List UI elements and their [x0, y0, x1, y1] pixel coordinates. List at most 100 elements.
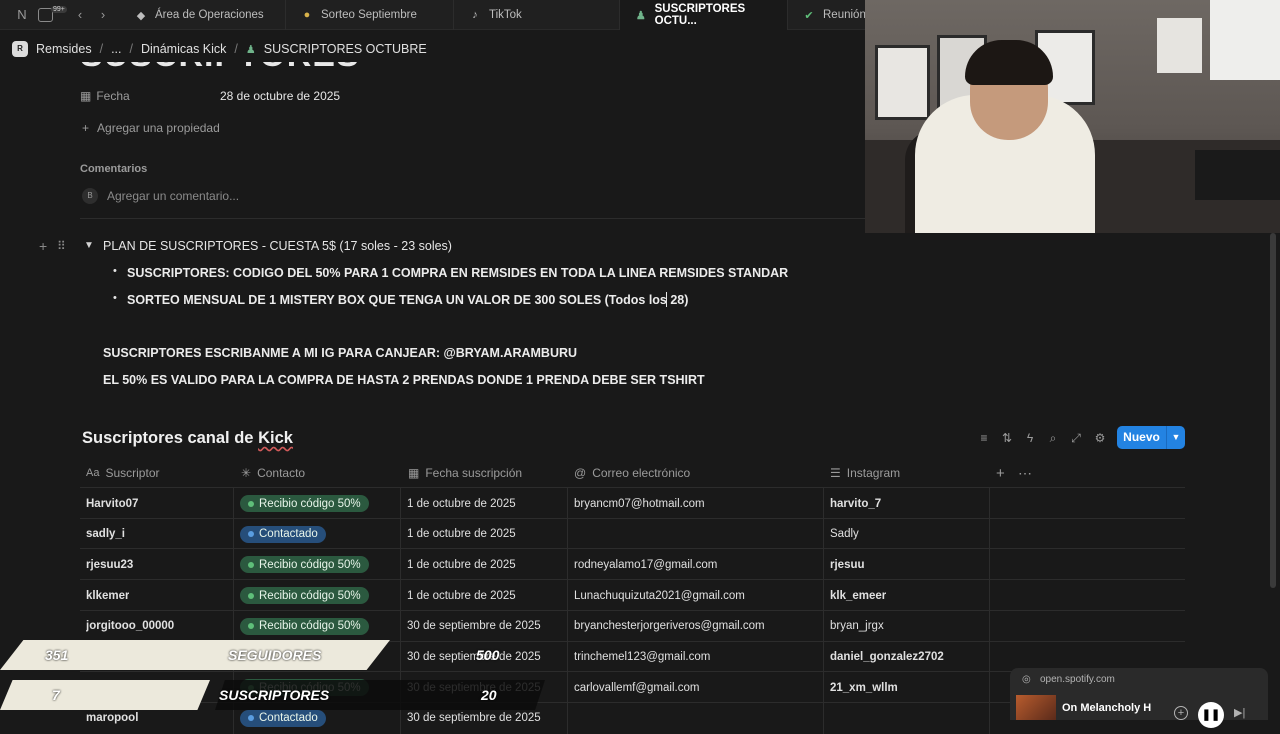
cell-instagram[interactable]: Sadly — [830, 519, 859, 550]
spotify-source: open.spotify.com — [1040, 674, 1115, 685]
instruction-line[interactable]: SUSCRIPTORES ESCRIBANME A MI IG PARA CAN… — [103, 346, 577, 360]
status-badge[interactable]: Contactado — [240, 525, 326, 543]
column-divider — [823, 549, 824, 581]
drag-handle-icon[interactable]: ⠿ — [57, 239, 66, 253]
status-badge[interactable]: Recibio código 50% — [240, 556, 369, 574]
column-header-instagram[interactable]: ☰ Instagram — [830, 463, 900, 483]
cell-contacto[interactable]: Recibio código 50% — [240, 611, 369, 642]
search-icon[interactable]: ⌕ — [1045, 430, 1061, 446]
cell-fecha[interactable]: 1 de octubre de 2025 — [407, 549, 516, 580]
notion-icon[interactable]: N — [14, 7, 30, 23]
cell-suscriptor[interactable]: jorgitooo_00000 — [86, 611, 174, 642]
breadcrumb-current[interactable]: SUSCRIPTORES OCTUBRE — [264, 42, 427, 56]
add-column-icon[interactable]: + — [996, 463, 1005, 483]
workspace-logo-icon: R — [12, 41, 28, 57]
bullet-item[interactable]: SORTEO MENSUAL DE 1 MISTERY BOX QUE TENG… — [127, 293, 688, 307]
cell-fecha[interactable]: 30 de septiembre de 2025 — [407, 611, 541, 642]
cell-instagram[interactable]: klk_emeer — [830, 580, 886, 611]
cell-fecha[interactable]: 1 de octubre de 2025 — [407, 488, 516, 519]
cell-suscriptor[interactable]: Harvito07 — [86, 488, 138, 519]
cell-correo[interactable]: rodneyalamo17@gmail.com — [574, 549, 717, 580]
expand-icon[interactable]: ⤢ — [1068, 430, 1084, 446]
status-badge[interactable]: Contactado — [240, 709, 326, 727]
column-header-suscriptor[interactable]: Aa Suscriptor — [86, 463, 160, 483]
tab-area-operaciones[interactable]: ◆ Área de Operaciones — [120, 0, 286, 30]
forward-arrow-icon[interactable]: › — [95, 7, 111, 23]
column-divider — [400, 641, 401, 673]
subs-count: 7 — [52, 687, 60, 703]
column-divider — [989, 702, 990, 734]
column-header-correo[interactable]: @ Correo electrónico — [574, 463, 690, 483]
cell-correo[interactable]: carlovallemf@gmail.com — [574, 672, 699, 703]
cell-instagram[interactable]: rjesuu — [830, 549, 865, 580]
cell-contacto[interactable]: Recibio código 50% — [240, 488, 369, 519]
cell-correo[interactable]: Lunachuquizuta2021@gmail.com — [574, 580, 745, 611]
table-row[interactable]: klkemer Recibio código 50% 1 de octubre de… — [80, 579, 1185, 612]
cell-fecha[interactable]: 1 de octubre de 2025 — [407, 580, 516, 611]
tab-suscriptores-octubre[interactable]: ♟ SUSCRIPTORES OCTU... — [620, 0, 788, 30]
status-badge[interactable]: Recibio código 50% — [240, 587, 369, 605]
column-divider — [233, 488, 234, 519]
scrollbar[interactable] — [1270, 233, 1276, 588]
next-track-icon[interactable]: ▶| — [1234, 706, 1245, 719]
filter-icon[interactable]: ≡ — [976, 430, 992, 446]
toggle-heading[interactable]: PLAN DE SUSCRIPTORES - CUESTA 5$ (17 sol… — [103, 239, 452, 253]
sort-icon[interactable]: ⇅ — [999, 430, 1015, 446]
page-title: SUSCRIPTORES OCTUBRE — [80, 62, 500, 70]
avatar: B — [82, 188, 98, 204]
date-property-value[interactable]: 28 de octubre de 2025 — [220, 89, 340, 103]
column-divider — [823, 641, 824, 673]
cell-fecha[interactable]: 1 de octubre de 2025 — [407, 519, 516, 550]
instruction-line[interactable]: EL 50% ES VALIDO PARA LA COMPRA DE HASTA… — [103, 373, 705, 387]
table-row[interactable]: rjesuu23 Recibio código 50% 1 de octubre d… — [80, 548, 1185, 581]
comment-input[interactable]: Agregar un comentario... — [107, 189, 239, 203]
pause-icon[interactable]: ❚❚ — [1198, 702, 1224, 728]
tab-sorteo-septiembre[interactable]: ● Sorteo Septiembre — [286, 0, 454, 30]
column-header-contacto[interactable]: ✳ Contacto — [241, 463, 305, 483]
status-dot-icon — [248, 592, 254, 599]
cell-instagram[interactable]: harvito_7 — [830, 488, 881, 519]
status-badge[interactable]: Recibio código 50% — [240, 495, 369, 512]
more-options-icon[interactable]: ⋯ — [1018, 463, 1032, 483]
bullet-item[interactable]: SUSCRIPTORES: CODIGO DEL 50% PARA 1 COMP… — [127, 266, 788, 280]
column-header-fecha[interactable]: ▦ Fecha suscripción — [408, 463, 522, 483]
back-arrow-icon[interactable]: ‹ — [72, 7, 88, 23]
add-property-button[interactable]: + Agregar una propiedad — [82, 121, 220, 135]
status-badge[interactable]: Recibio código 50% — [240, 617, 369, 635]
comments-heading: Comentarios — [80, 163, 148, 175]
toggle-arrow-icon[interactable]: ▼ — [84, 240, 94, 251]
cell-suscriptor[interactable]: klkemer — [86, 580, 129, 611]
cell-suscriptor[interactable]: rjesuu23 — [86, 549, 133, 580]
table-row[interactable]: Harvito07 Recibio código 50% 1 de octubre … — [80, 487, 1185, 519]
database-title[interactable]: Suscriptores canal de Kick — [82, 429, 293, 448]
spotify-mini-player[interactable]: ◎ open.spotify.com On Melancholy H + ❚❚ … — [1010, 668, 1268, 728]
cell-instagram[interactable]: bryan_jrgx — [830, 611, 884, 642]
automation-icon[interactable]: ϟ — [1022, 430, 1038, 446]
add-to-library-icon[interactable]: + — [1174, 706, 1188, 720]
breadcrumb-workspace[interactable]: Remsides — [36, 42, 92, 56]
add-block-icon[interactable]: + — [39, 238, 47, 254]
cell-suscriptor[interactable]: sadly_i — [86, 519, 125, 550]
cell-correo[interactable]: bryancm07@hotmail.com — [574, 488, 705, 519]
cell-fecha[interactable]: 30 de septiembre de 2025 — [407, 642, 541, 673]
column-divider — [233, 580, 234, 612]
cell-instagram[interactable]: daniel_gonzalez2702 — [830, 642, 944, 673]
table-row[interactable]: sadly_i Contactado 1 de octubre de 2025 Sad… — [80, 517, 1185, 550]
cell-correo[interactable]: trinchemel123@gmail.com — [574, 642, 710, 673]
table-row[interactable]: jorgitooo_00000 Recibio código 50% 30 de s… — [80, 609, 1185, 642]
cell-contacto[interactable]: Contactado — [240, 519, 326, 550]
calendar-icon: ▦ — [80, 89, 92, 103]
cell-contacto[interactable]: Recibio código 50% — [240, 580, 369, 611]
breadcrumb-parent[interactable]: Dinámicas Kick — [141, 42, 226, 56]
new-button[interactable]: Nuevo — [1117, 426, 1166, 449]
tab-tiktok[interactable]: ♪ TikTok — [454, 0, 620, 30]
column-divider — [233, 518, 234, 550]
cell-contacto[interactable]: Recibio código 50% — [240, 549, 369, 580]
cell-correo[interactable]: bryanchesterjorgeriveros@gmail.com — [574, 611, 765, 642]
breadcrumb-ellipsis[interactable]: ... — [111, 42, 121, 56]
chevron-down-icon[interactable]: ▼ — [1166, 426, 1185, 449]
cell-instagram[interactable]: 21_xm_wllm — [830, 672, 898, 703]
settings-icon[interactable]: ⚙ — [1092, 430, 1108, 446]
subs-goal: 20 — [481, 687, 497, 703]
page-icon: ◆ — [136, 9, 146, 22]
